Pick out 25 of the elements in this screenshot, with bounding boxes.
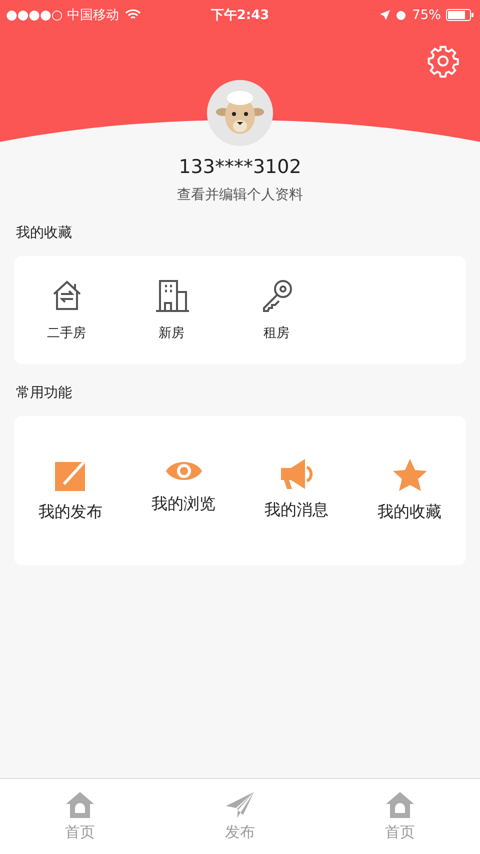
favorite-item[interactable]: 新房 [119,278,224,342]
phone-number: 133****3102 [178,156,302,178]
home-icon [385,791,415,819]
section-title: 我的收藏 [15,224,73,243]
status-time: 下午2:43 [210,7,270,24]
star-icon [392,458,428,492]
battery-icon [446,9,474,21]
building-icon [154,278,190,314]
function-item[interactable]: 我的浏览 [127,438,240,543]
megaphone-icon [278,458,314,490]
settings-icon[interactable] [426,44,460,78]
home-icon [65,791,95,819]
wifi-icon [124,9,141,21]
section-title: 常用功能 [15,384,73,403]
function-item[interactable]: 我的收藏 [353,438,466,543]
carrier-label: ●●●●○ 中国移动 [6,7,119,24]
function-item[interactable]: 我的消息 [240,438,353,543]
location-arrow-icon [380,10,390,20]
edit-profile-link[interactable]: 查看并编辑个人资料 [0,186,480,204]
paper-plane-icon [225,791,255,819]
function-item[interactable]: 我的发布 [14,438,127,543]
favorite-item[interactable]: 租房 [224,278,329,342]
sheep-icon [215,90,265,136]
battery-percent: 75% [412,8,441,22]
favorite-item[interactable]: 二手房 [14,278,119,342]
